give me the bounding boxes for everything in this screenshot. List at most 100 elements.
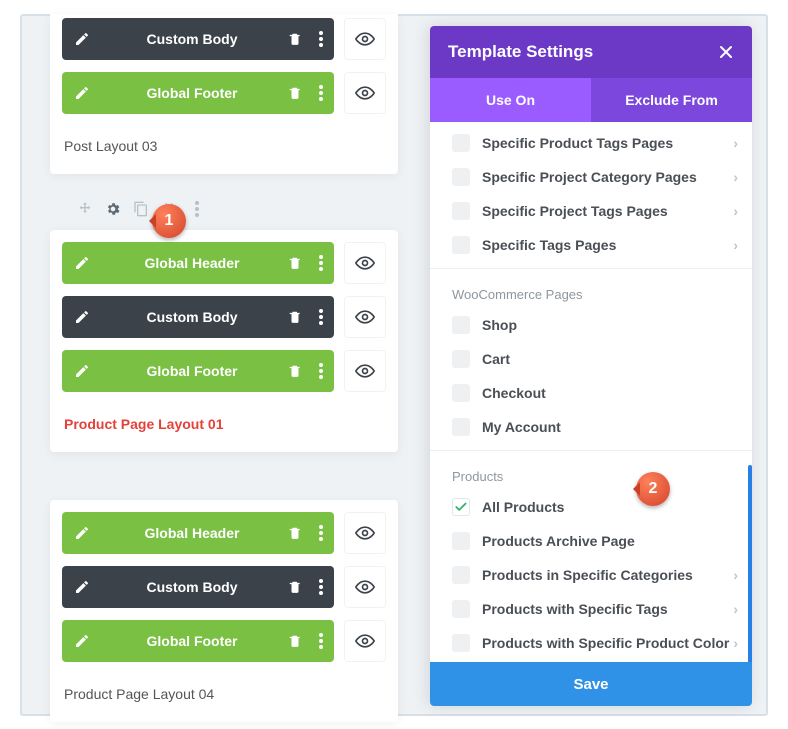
more-icon[interactable] — [308, 242, 334, 284]
template-block-label: Custom Body — [102, 579, 282, 595]
template-block[interactable]: Custom Body — [62, 18, 334, 60]
layout-card: Global HeaderCustom BodyGlobal FooterPro… — [50, 230, 398, 452]
more-icon[interactable] — [308, 296, 334, 338]
settings-option[interactable]: Checkout — [430, 376, 752, 410]
tab-exclude-from[interactable]: Exclude From — [591, 78, 752, 122]
more-icon[interactable] — [308, 18, 334, 60]
settings-option[interactable]: Products Archive Page — [430, 524, 752, 558]
settings-option-label: Shop — [482, 317, 738, 333]
scrollbar-indicator[interactable] — [748, 465, 752, 662]
visibility-toggle[interactable] — [344, 350, 386, 392]
checkbox-icon[interactable] — [452, 168, 470, 186]
pencil-icon[interactable] — [62, 350, 102, 392]
visibility-toggle[interactable] — [344, 566, 386, 608]
trash-icon[interactable] — [282, 296, 308, 338]
template-block[interactable]: Global Footer — [62, 350, 334, 392]
settings-option-label: Specific Project Category Pages — [482, 169, 733, 185]
checkbox-icon[interactable] — [452, 532, 470, 550]
visibility-toggle[interactable] — [344, 296, 386, 338]
pencil-icon[interactable] — [62, 620, 102, 662]
template-row: Global Footer — [62, 350, 386, 392]
trash-icon[interactable] — [282, 350, 308, 392]
settings-option[interactable]: My Account — [430, 410, 752, 444]
template-block-label: Global Header — [102, 525, 282, 541]
trash-icon[interactable] — [282, 72, 308, 114]
template-row: Global Footer — [62, 620, 386, 662]
trash-icon[interactable] — [282, 512, 308, 554]
settings-option-label: Specific Product Tags Pages — [482, 135, 733, 151]
settings-option-label: Specific Tags Pages — [482, 237, 733, 253]
settings-option-label: My Account — [482, 419, 738, 435]
settings-option[interactable]: Shop — [430, 308, 752, 342]
template-block[interactable]: Custom Body — [62, 566, 334, 608]
trash-icon[interactable] — [282, 242, 308, 284]
checkbox-icon[interactable] — [452, 566, 470, 584]
settings-option[interactable]: Specific Product Tags Pages› — [430, 126, 752, 160]
trash-icon[interactable] — [282, 18, 308, 60]
template-row: Global Footer — [62, 72, 386, 114]
more-icon[interactable] — [308, 350, 334, 392]
settings-option[interactable]: Cart — [430, 342, 752, 376]
layout-card: Custom Body Global Footer Post Layout 03 — [50, 14, 398, 174]
more-icon[interactable] — [188, 200, 206, 218]
move-icon[interactable] — [76, 200, 94, 218]
more-icon[interactable] — [308, 566, 334, 608]
layout-title: Post Layout 03 — [62, 126, 386, 168]
save-button[interactable]: Save — [430, 662, 752, 706]
checkbox-icon[interactable] — [452, 634, 470, 652]
pencil-icon[interactable] — [62, 566, 102, 608]
settings-section-heading: Products — [430, 450, 752, 490]
visibility-toggle[interactable] — [344, 18, 386, 60]
visibility-toggle[interactable] — [344, 620, 386, 662]
checkbox-icon[interactable] — [452, 316, 470, 334]
settings-option-label: Products in Specific Categories — [482, 567, 733, 583]
more-icon[interactable] — [308, 72, 334, 114]
checkbox-icon[interactable] — [452, 202, 470, 220]
pencil-icon[interactable] — [62, 72, 102, 114]
pencil-icon[interactable] — [62, 296, 102, 338]
template-block-label: Global Footer — [102, 85, 282, 101]
checkbox-icon[interactable] — [452, 350, 470, 368]
template-row: Global Header — [62, 512, 386, 554]
settings-option-label: Checkout — [482, 385, 738, 401]
checkbox-icon[interactable] — [452, 600, 470, 618]
gear-icon[interactable] — [104, 200, 122, 218]
settings-option[interactable]: Specific Project Tags Pages› — [430, 194, 752, 228]
panel-body[interactable]: Specific Product Tags Pages›Specific Pro… — [430, 122, 752, 662]
template-block-label: Global Header — [102, 255, 282, 271]
visibility-toggle[interactable] — [344, 512, 386, 554]
more-icon[interactable] — [308, 512, 334, 554]
close-icon[interactable] — [718, 44, 734, 60]
trash-icon[interactable] — [282, 620, 308, 662]
checkbox-checked-icon[interactable] — [452, 498, 470, 516]
settings-option[interactable]: Specific Tags Pages› — [430, 228, 752, 262]
checkbox-icon[interactable] — [452, 384, 470, 402]
settings-option[interactable]: Specific Project Category Pages› — [430, 160, 752, 194]
template-block[interactable]: Global Footer — [62, 72, 334, 114]
settings-option[interactable]: Products with Specific Product Color› — [430, 626, 752, 660]
settings-option[interactable]: Products with Specific Tags› — [430, 592, 752, 626]
settings-option-label: Products Archive Page — [482, 533, 738, 549]
settings-option[interactable]: All Products — [430, 490, 752, 524]
template-block[interactable]: Global Header — [62, 512, 334, 554]
settings-option-label: Specific Project Tags Pages — [482, 203, 733, 219]
pencil-icon[interactable] — [62, 242, 102, 284]
template-block[interactable]: Global Footer — [62, 620, 334, 662]
template-block[interactable]: Custom Body — [62, 296, 334, 338]
settings-option[interactable]: Products in Specific Categories› — [430, 558, 752, 592]
template-block[interactable]: Global Header — [62, 242, 334, 284]
visibility-toggle[interactable] — [344, 242, 386, 284]
chevron-right-icon: › — [733, 635, 738, 651]
chevron-right-icon: › — [733, 237, 738, 253]
pencil-icon[interactable] — [62, 512, 102, 554]
visibility-toggle[interactable] — [344, 72, 386, 114]
settings-option[interactable]: Products with Specific Product Size› — [430, 660, 752, 662]
checkbox-icon[interactable] — [452, 418, 470, 436]
template-settings-panel: Template Settings Use On Exclude From Sp… — [430, 26, 752, 706]
checkbox-icon[interactable] — [452, 134, 470, 152]
more-icon[interactable] — [308, 620, 334, 662]
trash-icon[interactable] — [282, 566, 308, 608]
pencil-icon[interactable] — [62, 18, 102, 60]
tab-use-on[interactable]: Use On — [430, 78, 591, 122]
checkbox-icon[interactable] — [452, 236, 470, 254]
